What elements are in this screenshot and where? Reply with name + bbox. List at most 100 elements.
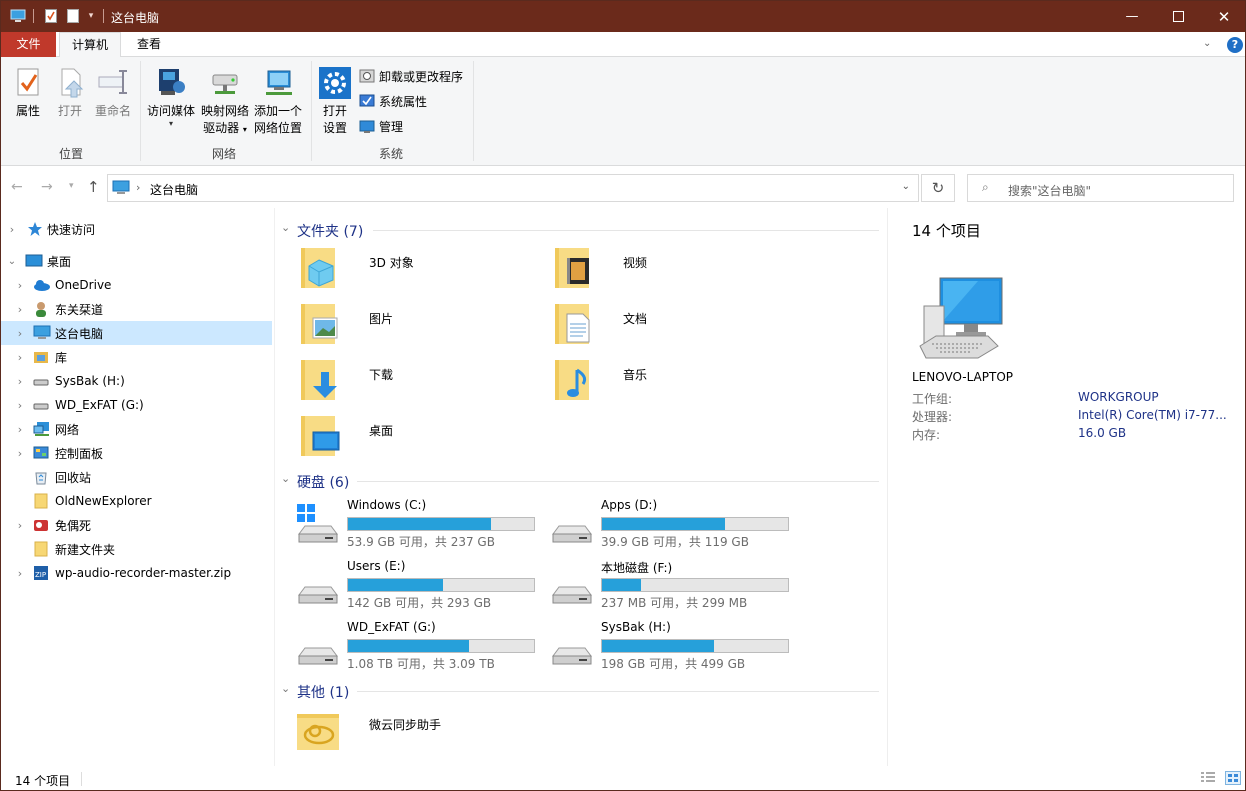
nav-label: 桌面 xyxy=(47,254,72,269)
folder-name: 桌面 xyxy=(369,424,394,438)
app-icon xyxy=(33,517,49,533)
drive-item-e[interactable]: Users (E:) 142 GB 可用，共 293 GB xyxy=(275,559,535,615)
section-header-drives[interactable]: ⌄ 硬盘 (6) xyxy=(275,469,879,491)
nav-item-onedrive[interactable]: › OneDrive xyxy=(1,273,272,297)
nav-item-zip[interactable]: › ZIP wp-audio-recorder-master.zip xyxy=(1,561,272,585)
recent-chevron-icon[interactable]: ▾ xyxy=(69,181,74,191)
refresh-button[interactable]: ↻ xyxy=(921,174,955,202)
network-group-label: 网络 xyxy=(211,147,236,161)
open-settings-button[interactable]: 打开 设置 xyxy=(317,67,353,137)
drive-item-g[interactable]: WD_ExFAT (G:) 1.08 TB 可用，共 3.09 TB xyxy=(275,620,535,676)
add-network-location-button[interactable]: 添加一个 网络位置 xyxy=(251,67,305,137)
videos-icon xyxy=(555,248,589,288)
folder-item-music[interactable]: 音乐 xyxy=(551,358,791,406)
forward-icon[interactable]: → xyxy=(41,179,53,195)
drive-usage-fill xyxy=(602,640,714,652)
section-header-others[interactable]: ⌄ 其他 (1) xyxy=(275,679,879,701)
computer-icon[interactable] xyxy=(9,7,27,25)
documents-icon xyxy=(555,304,590,344)
drive-name: SysBak (H:) xyxy=(601,620,671,634)
drive-item-h[interactable]: SysBak (H:) 198 GB 可用，共 499 GB xyxy=(529,620,789,676)
rename-label: 重命名 xyxy=(94,104,131,118)
ribbon-collapse-icon[interactable]: ⌄ xyxy=(1203,39,1213,49)
minimize-button[interactable]: — xyxy=(1109,1,1155,32)
rename-button[interactable]: 重命名 xyxy=(91,67,135,120)
nav-item-quick-access[interactable]: › 快速访问 xyxy=(1,217,272,241)
tab-computer[interactable]: 计算机 xyxy=(59,32,121,58)
system-properties-icon xyxy=(359,93,375,109)
drive-item-d[interactable]: Apps (D:) 39.9 GB 可用，共 119 GB xyxy=(529,498,789,554)
folder-item-desktop[interactable]: 桌面 xyxy=(297,414,537,462)
chevron-down-icon[interactable]: ⌄ xyxy=(7,256,17,267)
uninstall-programs-button[interactable]: 卸载或更改程序 xyxy=(359,66,463,86)
help-icon[interactable]: ? xyxy=(1227,37,1243,53)
open-button[interactable]: 打开 xyxy=(51,67,89,120)
content-area: ⌄ 文件夹 (7) 3D 对象 视频 图片 文档 下载 音乐 桌面 ⌄ 硬盘 (… xyxy=(275,208,885,766)
add-location-label-2: 网络位置 xyxy=(253,121,302,135)
maximize-button[interactable] xyxy=(1155,1,1201,32)
properties-quick-icon[interactable] xyxy=(43,7,59,25)
search-input[interactable]: ⌕ 搜索"这台电脑" xyxy=(967,174,1234,202)
nav-label: 新建文件夹 xyxy=(55,542,116,557)
chevron-right-icon[interactable]: › xyxy=(15,519,25,532)
drive-item-f[interactable]: 本地磁盘 (F:) 237 MB 可用，共 299 MB xyxy=(529,559,789,615)
open-icon xyxy=(54,67,86,99)
chevron-down-icon[interactable]: ▾ xyxy=(85,7,97,25)
folder-item-videos[interactable]: 视频 xyxy=(551,246,791,294)
chevron-right-icon[interactable]: › xyxy=(15,351,25,364)
nav-item-wd-exfat[interactable]: › WD_ExFAT (G:) xyxy=(1,393,272,417)
nav-item-desktop[interactable]: ⌄ 桌面 xyxy=(1,249,272,273)
map-drive-label-1: 映射网络 xyxy=(200,104,249,118)
properties-button[interactable]: 属性 xyxy=(9,67,47,120)
nav-item-new-folder[interactable]: 新建文件夹 xyxy=(1,537,272,561)
map-network-drive-button[interactable]: 映射网络 驱动器 ▾ xyxy=(199,67,251,138)
section-divider xyxy=(373,230,879,231)
close-button[interactable]: ✕ xyxy=(1201,1,1245,32)
nav-item-sysbak[interactable]: › SysBak (H:) xyxy=(1,369,272,393)
chevron-right-icon[interactable]: › xyxy=(15,279,25,292)
address-dropdown-icon[interactable]: ⌄ xyxy=(902,181,910,192)
gear-icon xyxy=(319,67,351,99)
folder-item-pictures[interactable]: 图片 xyxy=(297,302,537,350)
pc-name: LENOVO-LAPTOP xyxy=(912,370,1014,384)
chevron-right-icon[interactable]: › xyxy=(15,303,25,316)
other-item-weiyun[interactable]: 微云同步助手 xyxy=(297,708,537,756)
tab-file[interactable]: 文件 xyxy=(1,32,56,57)
nav-item-user[interactable]: › 东关栞道 xyxy=(1,297,272,321)
nav-item-library[interactable]: › 库 xyxy=(1,345,272,369)
search-icon: ⌕ xyxy=(982,180,989,194)
chevron-right-icon[interactable]: › xyxy=(15,447,25,460)
folder-item-3d-objects[interactable]: 3D 对象 xyxy=(297,246,537,294)
nav-item-control-panel[interactable]: › 控制面板 xyxy=(1,441,272,465)
tab-view[interactable]: 查看 xyxy=(125,32,173,57)
nav-item-recycle-bin[interactable]: 回收站 xyxy=(1,465,272,489)
access-media-button[interactable]: 访问媒体 ▾ xyxy=(145,67,197,128)
chevron-right-icon[interactable]: › xyxy=(15,423,25,436)
folder-item-documents[interactable]: 文档 xyxy=(551,302,791,350)
breadcrumb[interactable]: 这台电脑 xyxy=(150,181,198,198)
back-icon[interactable]: ← xyxy=(11,179,23,195)
section-header-folders[interactable]: ⌄ 文件夹 (7) xyxy=(275,218,879,240)
address-bar[interactable]: › 这台电脑 ⌄ xyxy=(107,174,919,202)
details-view-icon[interactable] xyxy=(1201,772,1215,787)
chevron-right-icon[interactable]: › xyxy=(15,327,25,340)
system-properties-button[interactable]: 系统属性 xyxy=(359,91,427,111)
chevron-right-icon[interactable]: › xyxy=(15,375,25,388)
drive-item-c[interactable]: Windows (C:) 53.9 GB 可用，共 237 GB xyxy=(275,498,535,554)
new-folder-quick-icon[interactable] xyxy=(65,7,81,25)
nav-item-network[interactable]: › 网络 xyxy=(1,417,272,441)
drive-name: Apps (D:) xyxy=(601,498,658,512)
chevron-right-icon[interactable]: › xyxy=(15,399,25,412)
manage-button[interactable]: 管理 xyxy=(359,116,403,136)
chevron-down-icon: ⌄ xyxy=(281,221,291,234)
nav-item-app[interactable]: › 免偶死 xyxy=(1,513,272,537)
folder-item-downloads[interactable]: 下载 xyxy=(297,358,537,406)
nav-item-oldnewexplorer[interactable]: OldNewExplorer xyxy=(1,489,272,513)
nav-label: 库 xyxy=(55,350,68,365)
large-icons-view-icon[interactable] xyxy=(1225,771,1241,785)
up-icon[interactable]: ↑ xyxy=(87,178,100,196)
nav-item-this-pc[interactable]: › 这台电脑 xyxy=(1,321,272,345)
chevron-right-icon[interactable]: › xyxy=(15,567,25,580)
chevron-right-icon[interactable]: › xyxy=(7,223,17,236)
window-title: 这台电脑 xyxy=(111,11,160,25)
